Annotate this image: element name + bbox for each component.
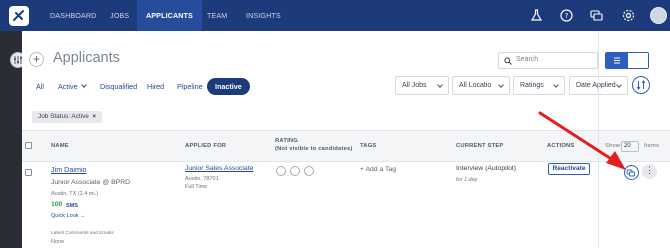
rating-neutral-icon[interactable]: [290, 166, 300, 176]
items-label: Items: [644, 143, 660, 149]
quick-look-link[interactable]: Quick Look →: [51, 213, 86, 219]
column-divider: [598, 31, 599, 248]
job-link[interactable]: Junior Sales Associate: [185, 165, 253, 172]
logo[interactable]: [9, 6, 29, 26]
tab-inactive[interactable]: Inactive: [207, 78, 250, 95]
nav-jobs[interactable]: JOBS: [110, 0, 129, 31]
tab-active[interactable]: Active: [58, 82, 87, 91]
view-toggle[interactable]: [605, 52, 649, 69]
table-header: NAME APPLIED FOR RATING (Not visible to …: [22, 130, 670, 162]
message-button[interactable]: [624, 165, 639, 180]
page-title: Applicants: [53, 50, 120, 66]
ratings-filter-label: Ratings: [520, 82, 544, 89]
jobs-filter-label: All Jobs: [402, 82, 427, 89]
chevron-down-icon: [437, 82, 443, 88]
filter-chip-label: Job Status: Active: [38, 113, 89, 120]
nav-insights[interactable]: INSIGHTS: [246, 0, 281, 31]
logo-icon: [13, 10, 24, 21]
date-filter-label: Date Applied: [576, 82, 616, 89]
list-view-button[interactable]: [606, 53, 628, 68]
col-rating-note: (Not visible to candidates): [275, 146, 353, 152]
sms-badge[interactable]: SMS: [66, 203, 78, 209]
search-input[interactable]: Search: [498, 52, 598, 69]
add-applicant-button[interactable]: +: [29, 52, 44, 67]
board-view-button[interactable]: [628, 53, 648, 68]
jobs-filter[interactable]: All Jobs: [395, 76, 449, 95]
comments-label: Latest Comments and Emails: [51, 231, 114, 236]
chevron-down-icon: [553, 82, 559, 88]
search-icon: [504, 57, 512, 65]
gear-icon[interactable]: [622, 9, 635, 22]
applicant-title: Junior Associate @ BPRD: [51, 179, 131, 186]
flask-icon[interactable]: [530, 9, 543, 22]
page-size-select[interactable]: 20: [621, 141, 639, 152]
rating-sad-icon[interactable]: [276, 166, 286, 176]
tab-hired[interactable]: Hired: [147, 82, 164, 91]
applicant-score: 100: [51, 201, 63, 208]
row-checkbox[interactable]: [25, 169, 32, 176]
chevron-down-icon: [616, 82, 622, 88]
reactivate-button[interactable]: Reactivate: [548, 163, 590, 175]
col-actions: ACTIONS: [547, 143, 575, 149]
close-icon[interactable]: ×: [92, 113, 96, 120]
show-label: Show: [605, 143, 621, 149]
tab-active-label: Active: [58, 82, 78, 91]
chat-icon: [626, 169, 635, 177]
sort-icon: [636, 80, 646, 90]
current-step: Interview (Autopilot): [456, 165, 517, 172]
sort-button[interactable]: [632, 76, 650, 94]
col-name[interactable]: NAME: [51, 143, 69, 149]
messages-icon[interactable]: [590, 9, 603, 22]
applicant-location: Austin, TX (2.4 mi.): [51, 191, 98, 197]
col-applied-for[interactable]: APPLIED FOR: [185, 143, 226, 149]
svg-text:?: ?: [565, 12, 569, 20]
list-icon: [614, 57, 620, 64]
applicant-name[interactable]: Jim Daimio: [51, 165, 87, 174]
tab-pipeline[interactable]: Pipeline: [177, 82, 203, 91]
tab-disqualified[interactable]: Disqualified: [100, 82, 137, 91]
main-panel: + Applicants Search All Active Disqualif…: [22, 31, 670, 248]
select-all-checkbox[interactable]: [25, 142, 32, 149]
col-tags: TAGS: [360, 143, 377, 149]
locations-filter[interactable]: All Locatio: [452, 76, 510, 95]
search-placeholder: Search: [516, 56, 539, 63]
top-nav: DASHBOARD JOBS APPLICANTS TEAM INSIGHTS …: [0, 0, 670, 31]
user-avatar[interactable]: [650, 7, 667, 24]
nav-applicants[interactable]: APPLICANTS: [137, 0, 202, 31]
ratings-filter[interactable]: Ratings: [513, 76, 565, 95]
chevron-down-icon: [80, 82, 87, 88]
page-size-value: 20: [624, 143, 631, 149]
comments-value: None: [51, 239, 65, 245]
tab-all[interactable]: All: [36, 82, 44, 91]
filter-chip[interactable]: Job Status: Active ×: [32, 111, 103, 123]
rating-happy-icon[interactable]: [304, 166, 314, 176]
nav-dashboard[interactable]: DASHBOARD: [50, 0, 96, 31]
job-location: Austin, 78701: [185, 176, 219, 182]
nav-team[interactable]: TEAM: [207, 0, 227, 31]
locations-filter-label: All Locatio: [459, 82, 492, 89]
chevron-down-icon: [498, 82, 504, 88]
help-icon[interactable]: ?: [560, 9, 573, 22]
col-rating[interactable]: RATING: [275, 138, 298, 144]
job-type: Full Time: [185, 184, 208, 190]
add-tag-button[interactable]: + Add a Tag: [360, 166, 396, 173]
col-current-step[interactable]: CURRENT STEP: [456, 143, 504, 149]
more-actions-button[interactable]: ⋮: [642, 164, 657, 179]
step-duration: for 1 day: [456, 177, 478, 183]
